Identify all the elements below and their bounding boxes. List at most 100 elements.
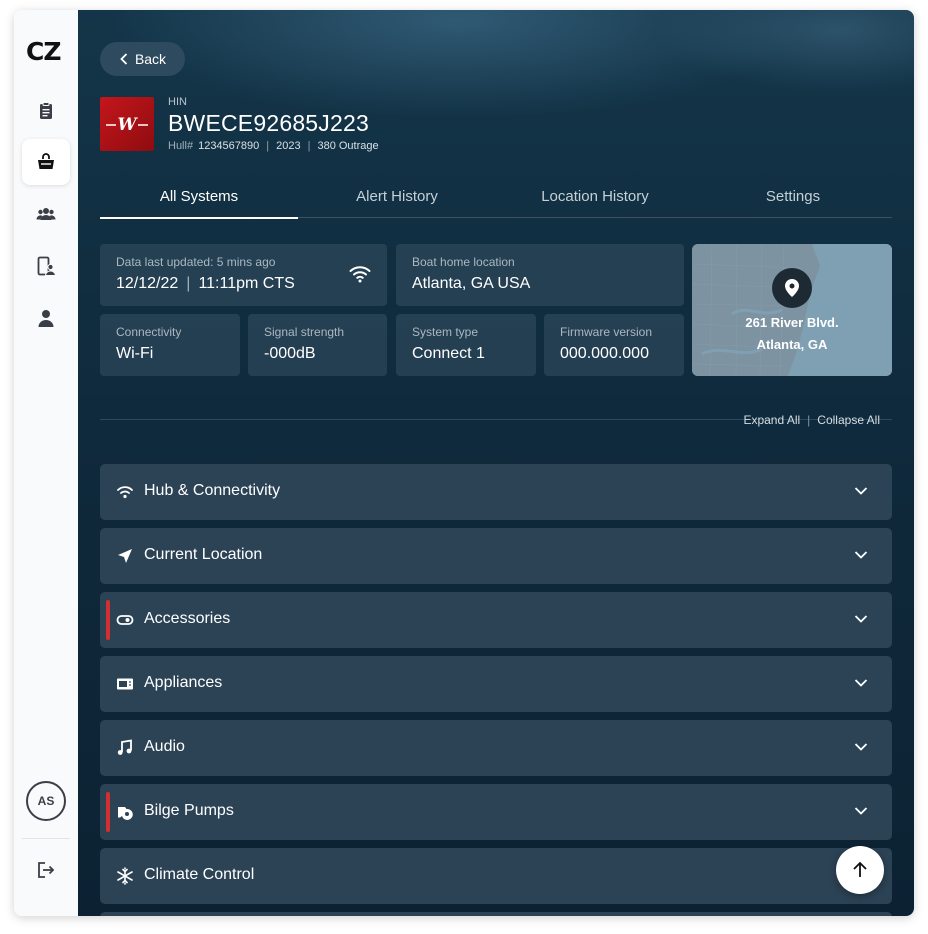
accordion-current-location[interactable]: Current Location bbox=[100, 528, 892, 584]
expand-all-button[interactable]: Expand All bbox=[743, 413, 800, 427]
connectivity-label: Connectivity bbox=[116, 325, 182, 339]
music-note-icon bbox=[117, 739, 132, 755]
signal-strength-card: Signal strength -000dB bbox=[248, 314, 387, 376]
map-address: 261 River Blvd. Atlanta, GA bbox=[692, 312, 892, 356]
signal-strength-value: -000dB bbox=[264, 345, 316, 362]
wifi-icon bbox=[117, 486, 133, 499]
firmware-label: Firmware version bbox=[560, 325, 653, 339]
nav-boats[interactable] bbox=[22, 139, 70, 185]
accordion-climate-control[interactable]: Climate Control bbox=[100, 848, 892, 904]
chevron-down-icon bbox=[854, 487, 868, 495]
device-user-icon bbox=[37, 256, 56, 276]
arrow-up-icon bbox=[853, 861, 867, 877]
separator: | bbox=[186, 275, 191, 292]
map-address-line1: 261 River Blvd. bbox=[745, 315, 839, 330]
logout-button[interactable] bbox=[22, 847, 70, 893]
signal-strength-label: Signal strength bbox=[264, 325, 345, 339]
hull-model: 380 Outrage bbox=[317, 140, 379, 152]
accordion-title: Appliances bbox=[144, 674, 223, 691]
map-pin[interactable] bbox=[772, 268, 812, 308]
accordion-audio[interactable]: Audio bbox=[100, 720, 892, 776]
hull-label: Hull# bbox=[168, 140, 194, 152]
accordion-appliances[interactable]: Appliances bbox=[100, 656, 892, 712]
scroll-to-top-button[interactable] bbox=[836, 846, 884, 894]
nav-profile[interactable] bbox=[22, 295, 70, 341]
svg-text:W: W bbox=[117, 115, 138, 134]
main-panel: Back W HIN BWECE92685J223 Hull# 12345678… bbox=[78, 10, 914, 916]
hin-value: BWECE92685J223 bbox=[168, 110, 369, 136]
tab-alert-history[interactable]: Alert History bbox=[298, 182, 496, 218]
person-icon bbox=[38, 310, 54, 327]
chevron-down-icon bbox=[854, 679, 868, 687]
tab-bar: All Systems Alert History Location Histo… bbox=[100, 182, 892, 219]
brand-w-mark: W bbox=[106, 115, 148, 134]
hull-year: 2023 bbox=[276, 140, 301, 152]
toggle-icon bbox=[116, 615, 134, 625]
navigation-arrow-icon bbox=[118, 549, 132, 563]
map-address-line2: Atlanta, GA bbox=[756, 337, 828, 352]
expand-collapse-controls: Expand All | Collapse All bbox=[743, 413, 880, 427]
chevron-left-icon bbox=[120, 53, 128, 65]
separator: | bbox=[807, 413, 811, 427]
alert-indicator bbox=[106, 600, 110, 640]
separator: | bbox=[307, 140, 311, 152]
accordion-title: Current Location bbox=[144, 546, 263, 563]
chevron-down-icon bbox=[854, 615, 868, 623]
hull-number: 1234567890 bbox=[198, 140, 260, 152]
tab-all-systems[interactable]: All Systems bbox=[100, 182, 298, 219]
connectivity-value: Wi-Fi bbox=[116, 345, 154, 362]
map-background bbox=[692, 244, 892, 376]
separator: | bbox=[266, 140, 270, 152]
tab-settings[interactable]: Settings bbox=[694, 182, 892, 218]
avatar[interactable]: AS bbox=[26, 781, 66, 821]
accordion-title: Hub & Connectivity bbox=[144, 482, 281, 499]
app-logo[interactable]: CZ bbox=[26, 38, 68, 66]
back-label: Back bbox=[134, 51, 167, 67]
boat-icon bbox=[38, 153, 54, 169]
tab-location-history[interactable]: Location History bbox=[496, 182, 694, 218]
hull-details: Hull# 1234567890 | 2023 | 380 Outrage bbox=[168, 140, 379, 152]
accordion-title: Bilge Pumps bbox=[144, 802, 234, 819]
collapse-all-button[interactable]: Collapse All bbox=[817, 413, 880, 427]
accordion-next-partial[interactable] bbox=[100, 912, 892, 916]
nav-devices[interactable] bbox=[22, 243, 70, 289]
back-button[interactable]: Back bbox=[100, 42, 185, 76]
alert-indicator bbox=[106, 792, 110, 832]
nav-clipboard[interactable] bbox=[22, 88, 70, 134]
system-type-value: Connect 1 bbox=[412, 345, 485, 362]
last-updated-label: Data last updated: 5 mins ago bbox=[116, 255, 276, 269]
firmware-value: 000.000.000 bbox=[560, 345, 649, 362]
last-updated-value: 12/12/22 | 11:11pm CTS bbox=[116, 275, 295, 293]
chevron-down-icon bbox=[854, 807, 868, 815]
system-type-card: System type Connect 1 bbox=[396, 314, 536, 376]
last-updated-time: 11:11pm CTS bbox=[198, 275, 295, 292]
accordion-title: Climate Control bbox=[144, 866, 255, 883]
location-map[interactable]: 261 River Blvd. Atlanta, GA bbox=[692, 244, 892, 376]
accordion-title: Accessories bbox=[144, 610, 231, 627]
home-location-label: Boat home location bbox=[412, 255, 515, 269]
firmware-card: Firmware version 000.000.000 bbox=[544, 314, 684, 376]
sidebar-divider bbox=[22, 838, 70, 839]
app-window: CZ AS Back W HIN BWECE92685J223 Hull# 12… bbox=[14, 10, 914, 916]
microwave-icon bbox=[117, 678, 133, 690]
home-location-value: Atlanta, GA USA bbox=[412, 275, 531, 292]
clipboard-icon bbox=[40, 102, 52, 119]
home-location-card: Boat home location Atlanta, GA USA bbox=[396, 244, 684, 306]
wifi-icon bbox=[349, 266, 371, 283]
hin-label: HIN bbox=[168, 96, 187, 108]
pump-icon bbox=[118, 807, 133, 820]
sidebar: CZ AS bbox=[14, 10, 78, 916]
users-icon bbox=[36, 208, 56, 220]
accordion-hub-connectivity[interactable]: Hub & Connectivity bbox=[100, 464, 892, 520]
nav-users[interactable] bbox=[22, 191, 70, 237]
accordion-accessories[interactable]: Accessories bbox=[100, 592, 892, 648]
last-updated-card: Data last updated: 5 mins ago 12/12/22 | 1… bbox=[100, 244, 387, 306]
last-updated-date: 12/12/22 bbox=[116, 275, 179, 292]
accordion-bilge-pumps[interactable]: Bilge Pumps bbox=[100, 784, 892, 840]
location-pin-icon bbox=[785, 279, 799, 297]
accordion-title: Audio bbox=[144, 738, 185, 755]
logout-icon bbox=[38, 862, 55, 878]
snowflake-icon bbox=[117, 867, 133, 885]
chevron-down-icon bbox=[854, 743, 868, 751]
connectivity-card: Connectivity Wi-Fi bbox=[100, 314, 240, 376]
